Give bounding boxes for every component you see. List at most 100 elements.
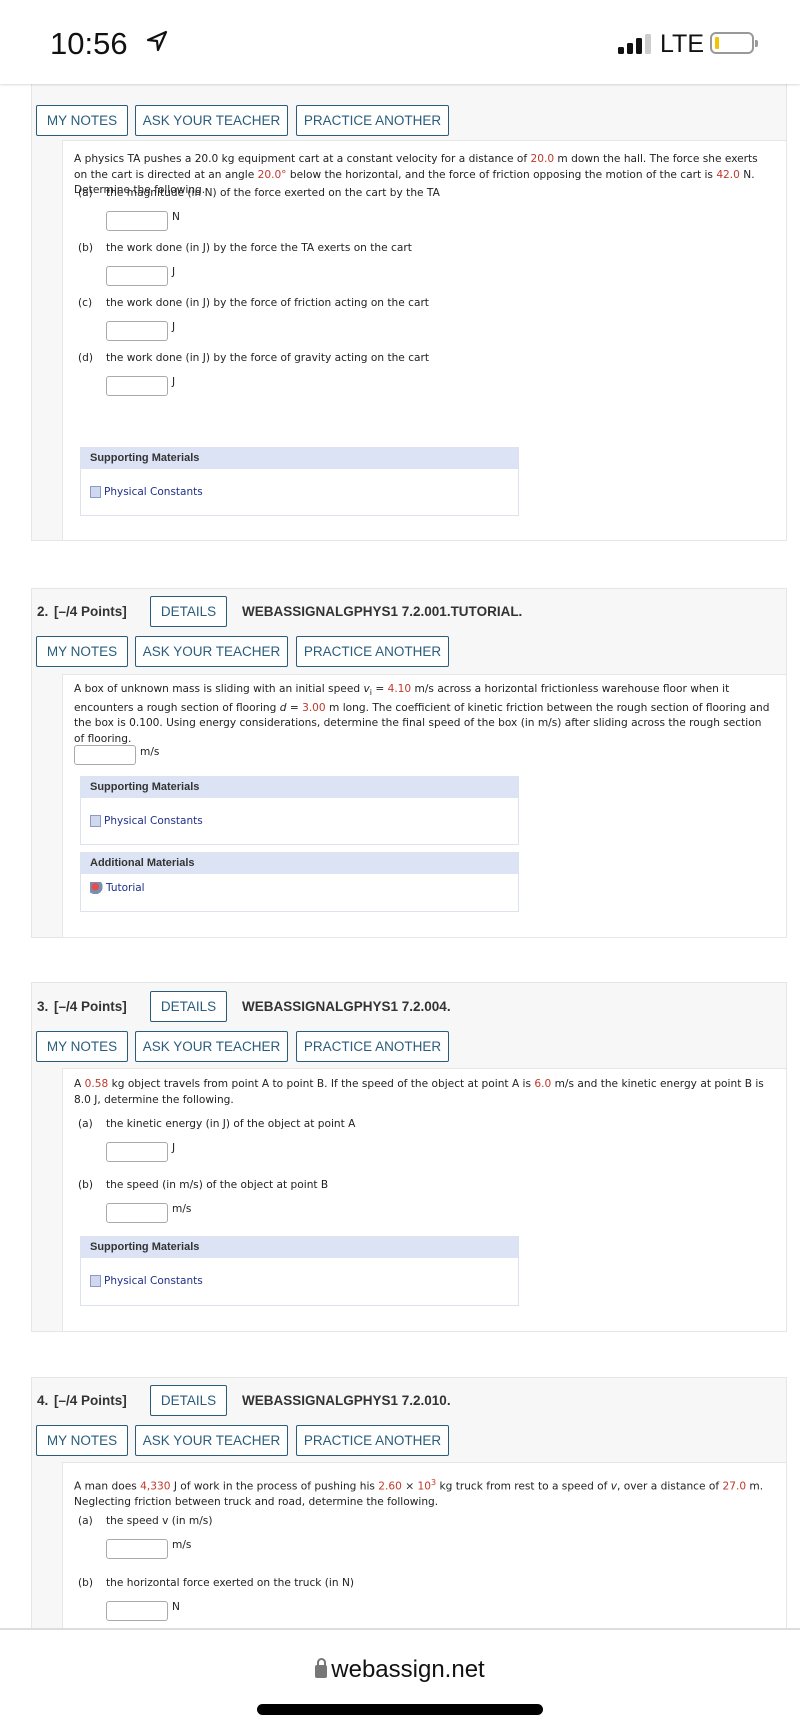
answer-unit: m/s [172, 1203, 192, 1215]
given-value: 4,330 [140, 1480, 171, 1493]
additional-materials-header: Additional Materials [81, 853, 518, 874]
practice-another-button[interactable]: PRACTICE ANOTHER [296, 1425, 449, 1456]
part-prompt: the speed (in m/s) of the object at poin… [106, 1179, 329, 1191]
battery-icon [710, 32, 758, 54]
answer-input[interactable] [106, 211, 168, 231]
part-label: (a) [78, 1118, 93, 1130]
part-prompt: the horizontal force exerted on the truc… [106, 1577, 354, 1589]
signal-icon [618, 34, 651, 54]
text-segment: kg truck from rest to a speed of [436, 1480, 611, 1493]
ask-your-teacher-button[interactable]: ASK YOUR TEACHER [135, 1031, 288, 1062]
text-segment: , over a distance of [617, 1480, 723, 1493]
address-bar[interactable]: webassign.net [0, 1656, 800, 1684]
given-value: 20.0 [530, 153, 555, 165]
practice-another-button[interactable]: PRACTICE ANOTHER [296, 105, 449, 136]
supporting-materials: Supporting Materials Physical Constants [80, 1236, 519, 1306]
supporting-materials-header: Supporting Materials [81, 448, 518, 469]
given-value: 0.58 [84, 1078, 109, 1090]
my-notes-button[interactable]: MY NOTES [36, 636, 128, 667]
part-prompt: the kinetic energy (in J) of the object … [106, 1118, 356, 1130]
given-value: 6.0 [534, 1078, 552, 1090]
text-segment: J of work in the process of pushing his [170, 1480, 379, 1493]
answer-input[interactable] [106, 321, 168, 341]
ask-your-teacher-button[interactable]: ASK YOUR TEACHER [135, 1425, 288, 1456]
my-notes-button[interactable]: MY NOTES [36, 105, 128, 136]
physical-constants-link[interactable]: Physical Constants [90, 486, 203, 498]
question-text: A box of unknown mass is sliding with an… [74, 682, 774, 747]
part-label: (d) [78, 352, 93, 364]
part-prompt: the magnitude (in N) of the force exerte… [106, 187, 440, 199]
given-value: 27.0 [722, 1480, 747, 1493]
physical-constants-link[interactable]: Physical Constants [90, 815, 203, 827]
url-text: webassign.net [331, 1656, 485, 1683]
problem-number: 3. [37, 999, 49, 1014]
table-icon [90, 1275, 101, 1287]
text-segment: = [371, 683, 388, 695]
clock: 10:56 [50, 26, 128, 61]
physical-constants-label: Physical Constants [104, 1275, 203, 1287]
problem-points: [–/4 Points] [54, 604, 127, 619]
details-button[interactable]: DETAILS [150, 1385, 227, 1416]
details-button[interactable]: DETAILS [150, 596, 227, 627]
network-type: LTE [660, 30, 704, 58]
text-segment: A physics TA pushes a 20.0 kg equipment … [74, 153, 531, 165]
answer-input[interactable] [106, 1539, 168, 1559]
part-label: (c) [78, 297, 93, 309]
answer-input[interactable] [106, 1601, 168, 1621]
problem-number: 2. [37, 604, 49, 619]
part-label: (a) [78, 187, 93, 199]
answer-unit: J [172, 266, 176, 278]
problem-points: [–/4 Points] [54, 1393, 127, 1408]
supporting-materials-header: Supporting Materials [81, 1237, 518, 1258]
supporting-materials: Supporting Materials Physical Constants [80, 447, 519, 516]
tutorial-link[interactable]: Tutorial [90, 882, 145, 894]
browser-bottom-bar: webassign.net [0, 1628, 800, 1731]
supporting-materials-header: Supporting Materials [81, 777, 518, 798]
part-prompt: the work done (in J) by the force of fri… [106, 297, 429, 309]
answer-input[interactable] [106, 1203, 168, 1223]
practice-another-button[interactable]: PRACTICE ANOTHER [296, 1031, 449, 1062]
text-segment: = [286, 701, 303, 714]
my-notes-button[interactable]: MY NOTES [36, 1031, 128, 1062]
part-label: (b) [78, 1179, 93, 1191]
text-segment: A [74, 1078, 85, 1090]
problem-number: 4. [37, 1393, 49, 1408]
answer-unit: N [172, 211, 180, 223]
answer-input[interactable] [74, 745, 136, 765]
home-indicator[interactable] [257, 1704, 543, 1715]
given-value: 3.00 [302, 701, 326, 714]
lock-icon [315, 1658, 328, 1678]
answer-input[interactable] [106, 266, 168, 286]
text-segment: A man does [74, 1480, 141, 1493]
question-text: A man does 4,330 J of work in the proces… [74, 1475, 774, 1511]
part-prompt: the speed v (in m/s) [106, 1515, 213, 1527]
part-label: (b) [78, 242, 93, 254]
physical-constants-link[interactable]: Physical Constants [90, 1275, 203, 1287]
part-prompt: the work done (in J) by the force the TA… [106, 242, 412, 254]
given-value: 10 [417, 1480, 431, 1493]
details-button[interactable]: DETAILS [150, 991, 227, 1022]
given-value: 42.0 [716, 168, 740, 181]
problem-points: [–/4 Points] [54, 999, 127, 1014]
answer-unit: J [172, 376, 176, 388]
text-segment: below the horizontal, and the force of f… [286, 168, 717, 181]
text-segment: kg object travels from point A to point … [108, 1078, 535, 1090]
table-icon [90, 486, 101, 498]
problem-code: WEBASSIGNALGPHYS1 7.2.010. [242, 1393, 451, 1408]
given-value: 4.10 [387, 683, 412, 695]
my-notes-button[interactable]: MY NOTES [36, 1425, 128, 1456]
text-segment: A box of unknown mass is sliding with an… [74, 683, 364, 695]
ask-your-teacher-button[interactable]: ASK YOUR TEACHER [135, 105, 288, 136]
ask-your-teacher-button[interactable]: ASK YOUR TEACHER [135, 636, 288, 667]
answer-unit: m/s [140, 746, 160, 758]
table-icon [90, 815, 101, 827]
answer-input[interactable] [106, 1142, 168, 1162]
given-value: 2.60 [378, 1480, 402, 1493]
part-prompt: the work done (in J) by the force of gra… [106, 352, 430, 364]
text-segment: × [401, 1480, 418, 1493]
answer-input[interactable] [106, 376, 168, 396]
problem-code: WEBASSIGNALGPHYS1 7.2.004. [242, 999, 451, 1014]
question-text: A 0.58 kg object travels from point A to… [74, 1077, 774, 1108]
practice-another-button[interactable]: PRACTICE ANOTHER [296, 636, 449, 667]
part-label: (a) [78, 1515, 93, 1527]
